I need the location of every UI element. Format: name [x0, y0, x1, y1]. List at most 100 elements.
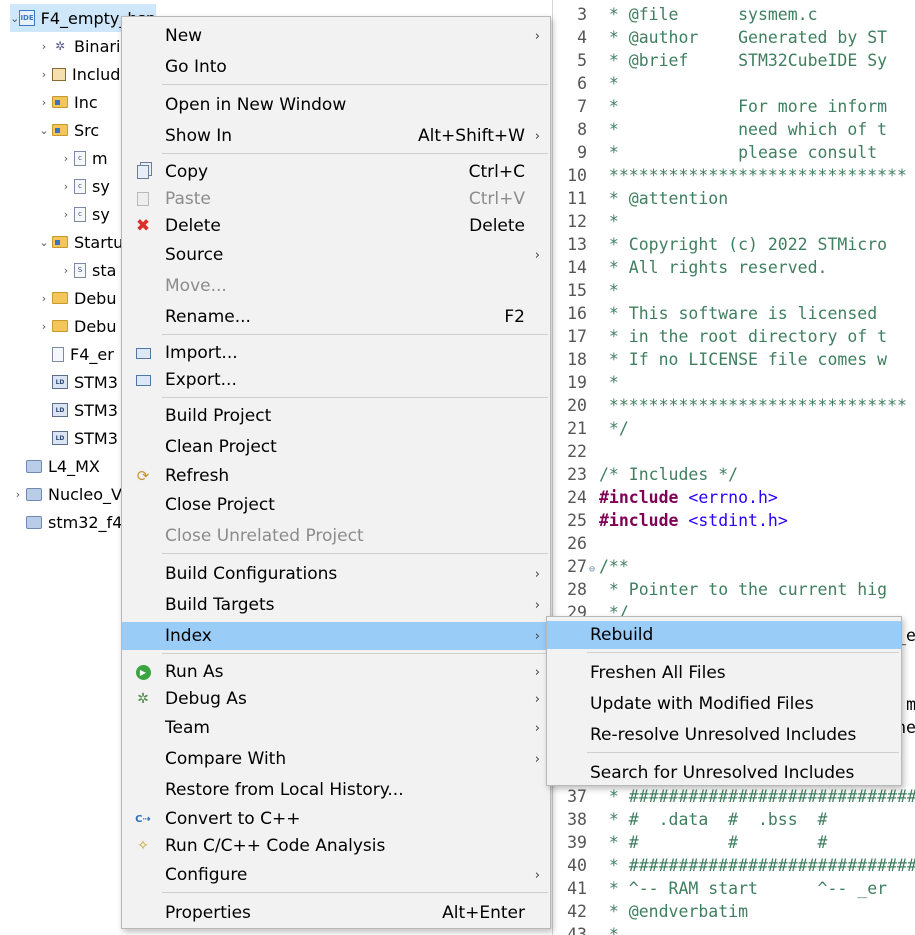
code-text: * @file sysmem.c — [599, 5, 818, 24]
menu-item-open-in-new-window[interactable]: Open in New Window — [122, 91, 550, 119]
line-number: 15 — [567, 281, 587, 300]
menu-item-label: Freshen All Files — [590, 663, 726, 683]
expand-arrow-icon[interactable]: › — [58, 208, 74, 221]
expand-arrow-icon[interactable]: ⌄ — [36, 236, 52, 249]
tree-item-14[interactable]: LD STM3 — [36, 396, 118, 424]
code-line: 20 ****************************** — [553, 394, 915, 417]
analysis-icon: ✧ — [134, 837, 152, 855]
menu-item-label: Refresh — [165, 466, 230, 486]
tree-item-2[interactable]: › Includ — [36, 60, 121, 88]
expand-arrow-icon[interactable]: › — [58, 180, 74, 193]
expand-arrow-icon[interactable]: › — [10, 488, 26, 501]
menu-item-rebuild[interactable]: Rebuild — [547, 621, 901, 649]
expand-arrow-icon[interactable]: ⌄ — [36, 124, 52, 137]
code-token: ****************************** — [599, 166, 907, 185]
code-token: * Pointer to the current hig — [599, 580, 888, 599]
menu-item-clean-project[interactable]: Clean Project — [122, 433, 550, 461]
menu-item-close-unrelated-project[interactable]: Close Unrelated Project — [122, 522, 550, 550]
menu-item-search-for-unresolved-includes[interactable]: Search for Unresolved Includes — [547, 759, 901, 787]
menu-item-show-in[interactable]: Show In Alt+Shift+W › — [122, 122, 550, 150]
line-number: 24 — [567, 488, 587, 507]
menu-item-rename[interactable]: Rename... F2 — [122, 303, 550, 331]
menu-item-source[interactable]: Source › — [122, 241, 550, 269]
menu-item-team[interactable]: Team › — [122, 714, 550, 742]
code-line: 7 * For more inform — [553, 95, 915, 118]
expand-arrow-icon[interactable]: › — [36, 292, 52, 305]
expand-arrow-icon[interactable]: › — [58, 152, 74, 165]
code-text: * — [599, 925, 619, 935]
expand-arrow-icon[interactable]: › — [36, 320, 52, 333]
tree-item-17[interactable]: › Nucleo_V — [10, 480, 122, 508]
tree-item-11[interactable]: › Debu — [36, 312, 117, 340]
index-submenu: Rebuild Freshen All Files Update with Modi… — [546, 616, 902, 786]
menu-item-move[interactable]: Move... — [122, 272, 550, 300]
expand-arrow-icon[interactable]: › — [58, 264, 74, 277]
menu-item-refresh[interactable]: ⟳ Refresh — [122, 462, 550, 490]
line-number: 9 — [577, 143, 587, 162]
paste-icon — [134, 190, 152, 208]
line-number: 22 — [567, 442, 587, 461]
menu-item-re-resolve-unresolved-includes[interactable]: Re-resolve Unresolved Includes — [547, 721, 901, 749]
tree-item-15[interactable]: LD STM3 — [36, 424, 118, 452]
tree-item-label: STM3 — [74, 428, 118, 448]
line-number: 25 — [567, 511, 587, 530]
tree-item-7[interactable]: › c sy — [58, 200, 110, 228]
tree-item-12[interactable]: F4_er — [36, 340, 114, 368]
tree-item-5[interactable]: › c m — [58, 144, 108, 172]
menu-item-go-into[interactable]: Go Into — [122, 53, 550, 81]
menu-item-build-project[interactable]: Build Project — [122, 402, 550, 430]
tree-item-8[interactable]: ⌄ Startu — [36, 228, 123, 256]
code-token: * For more inform — [599, 97, 888, 116]
code-line: 11 * @attention — [553, 187, 915, 210]
menu-item-delete[interactable]: ✖ Delete Delete — [122, 212, 550, 240]
tree-item-10[interactable]: › Debu — [36, 284, 117, 312]
tree-item-9[interactable]: › Ssta — [58, 256, 117, 284]
menu-item-export[interactable]: Export... — [122, 366, 550, 394]
tree-item-13[interactable]: LD STM3 — [36, 368, 118, 396]
code-text: * in the root directory of t — [599, 327, 887, 346]
expand-arrow-icon[interactable]: ⌄ — [10, 12, 19, 25]
tree-item-18[interactable]: stm32_f4 — [10, 508, 122, 536]
code-line: 10 ****************************** — [553, 164, 915, 187]
tree-item-1[interactable]: › ✲ Binari — [36, 32, 121, 60]
c-file-icon: c — [74, 178, 86, 194]
menu-item-label: Delete — [165, 216, 221, 236]
code-editor[interactable]: 3 * @file sysmem.c 4 * @author Generated … — [552, 0, 915, 935]
code-text: * # # # — [599, 833, 828, 852]
menu-item-configure[interactable]: Configure › — [122, 861, 550, 889]
menu-item-run-as[interactable]: ▶ Run As › — [122, 658, 550, 686]
menu-item-shortcut: Ctrl+V — [468, 189, 525, 209]
line-number: 43 — [567, 925, 587, 935]
menu-item-restore-from-local-history[interactable]: Restore from Local History... — [122, 776, 550, 804]
expand-arrow-icon[interactable]: › — [36, 68, 52, 81]
menu-item-label: Index — [165, 626, 212, 646]
menu-item-copy[interactable]: Copy Ctrl+C — [122, 158, 550, 186]
menu-item-paste[interactable]: Paste Ctrl+V — [122, 185, 550, 213]
menu-item-build-configurations[interactable]: Build Configurations › — [122, 560, 550, 588]
menu-item-new[interactable]: New › — [122, 22, 550, 50]
menu-item-properties[interactable]: Properties Alt+Enter — [122, 899, 550, 927]
line-number: 16 — [567, 304, 587, 323]
menu-item-import[interactable]: Import... — [122, 339, 550, 367]
code-text: */ — [599, 419, 629, 438]
expand-arrow-icon[interactable]: › — [36, 96, 52, 109]
linker-file-icon: LD — [52, 403, 68, 417]
menu-item-compare-with[interactable]: Compare With › — [122, 745, 550, 773]
code-token: * in the root directory of t — [599, 327, 888, 346]
tree-item-16[interactable]: L4_MX — [10, 452, 100, 480]
code-text: * — [599, 281, 619, 300]
expand-arrow-icon[interactable]: › — [36, 40, 52, 53]
menu-item-label: Import... — [165, 343, 238, 363]
menu-item-convert-to-cpp[interactable]: C⇢ Convert to C++ — [122, 805, 550, 833]
menu-item-freshen-all-files[interactable]: Freshen All Files — [547, 659, 901, 687]
menu-item-run-c-cpp-code-analysis[interactable]: ✧ Run C/C++ Code Analysis — [122, 832, 550, 860]
line-number: 40 — [567, 856, 587, 875]
menu-item-debug-as[interactable]: ✲ Debug As › — [122, 685, 550, 713]
menu-item-update-with-modified-files[interactable]: Update with Modified Files — [547, 690, 901, 718]
menu-item-index[interactable]: Index › — [122, 622, 550, 650]
tree-item-4[interactable]: ⌄ Src — [36, 116, 99, 144]
tree-item-6[interactable]: › c sy — [58, 172, 110, 200]
menu-item-close-project[interactable]: Close Project — [122, 491, 550, 519]
tree-item-3[interactable]: › Inc — [36, 88, 98, 116]
menu-item-build-targets[interactable]: Build Targets › — [122, 591, 550, 619]
